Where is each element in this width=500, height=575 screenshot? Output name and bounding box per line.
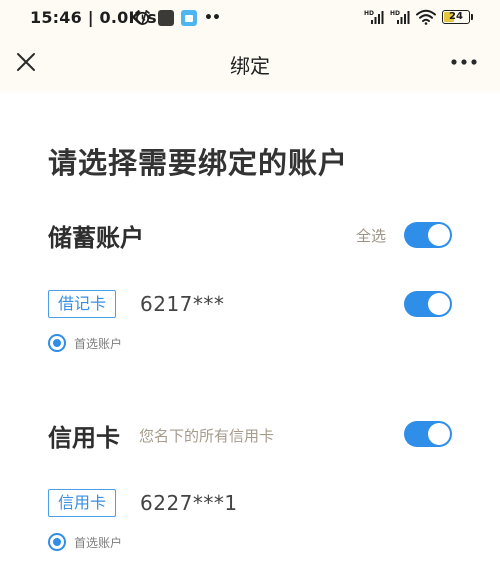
signal-hd-icon: HD	[364, 10, 384, 24]
credit-section-note: 您名下的所有信用卡	[139, 427, 275, 445]
debit-card-toggle[interactable]	[404, 291, 452, 317]
credit-section-title: 信用卡	[48, 424, 120, 452]
select-all-label[interactable]: 全选	[356, 225, 386, 246]
status-bar: 15:46 | 0.0K/s •• HD HD 24	[0, 0, 500, 36]
svg-text:HD: HD	[390, 10, 400, 17]
wifi-icon	[416, 9, 436, 25]
toggle-knob	[428, 224, 450, 246]
alarm-clock-icon	[135, 10, 150, 25]
status-notification-icons: ••	[134, 9, 221, 26]
primary-radio-icon[interactable]	[48, 533, 66, 551]
nav-bar: 绑定	[0, 36, 500, 92]
credit-card-toggle[interactable]	[404, 421, 452, 447]
select-all-toggle[interactable]	[404, 222, 452, 248]
primary-radio-icon[interactable]	[48, 334, 66, 352]
page-title: 绑定	[230, 54, 270, 78]
more-options-button[interactable]	[448, 48, 480, 76]
credit-card-tag: 信用卡	[48, 489, 116, 517]
credit-card-number: 6227***1	[140, 491, 238, 515]
primary-account-label: 首选账户	[74, 336, 123, 351]
signal-hd-icon-2: HD	[390, 10, 410, 24]
debit-card-tag: 借记卡	[48, 290, 116, 318]
more-notifications-icon: ••	[204, 9, 221, 26]
status-clock: 15:46	[30, 8, 82, 27]
debit-primary-account-option[interactable]: 首选账户	[48, 334, 122, 352]
status-separator: |	[87, 8, 100, 27]
screen: 15:46 | 0.0K/s •• HD HD 24 绑定 请选择需要绑定的账户…	[0, 0, 500, 575]
more-dots-icon	[451, 59, 477, 65]
clipboard-notification-icon	[181, 9, 197, 26]
debit-card-number: 6217***	[140, 292, 225, 316]
status-system-icons: HD HD 24	[364, 9, 473, 25]
top-area: 15:46 | 0.0K/s •• HD HD 24 绑定	[0, 0, 500, 92]
battery-percent: 24	[449, 11, 463, 22]
savings-section-title: 储蓄账户	[48, 224, 144, 252]
app-notification-icon	[158, 9, 174, 26]
primary-account-label: 首选账户	[74, 535, 123, 550]
toggle-knob	[428, 293, 450, 315]
battery-icon: 24	[442, 10, 473, 24]
page-heading: 请选择需要绑定的账户	[48, 146, 349, 180]
battery-cap	[471, 14, 473, 20]
svg-text:HD: HD	[364, 10, 374, 17]
toggle-knob	[428, 423, 450, 445]
credit-primary-account-option[interactable]: 首选账户	[48, 533, 122, 551]
